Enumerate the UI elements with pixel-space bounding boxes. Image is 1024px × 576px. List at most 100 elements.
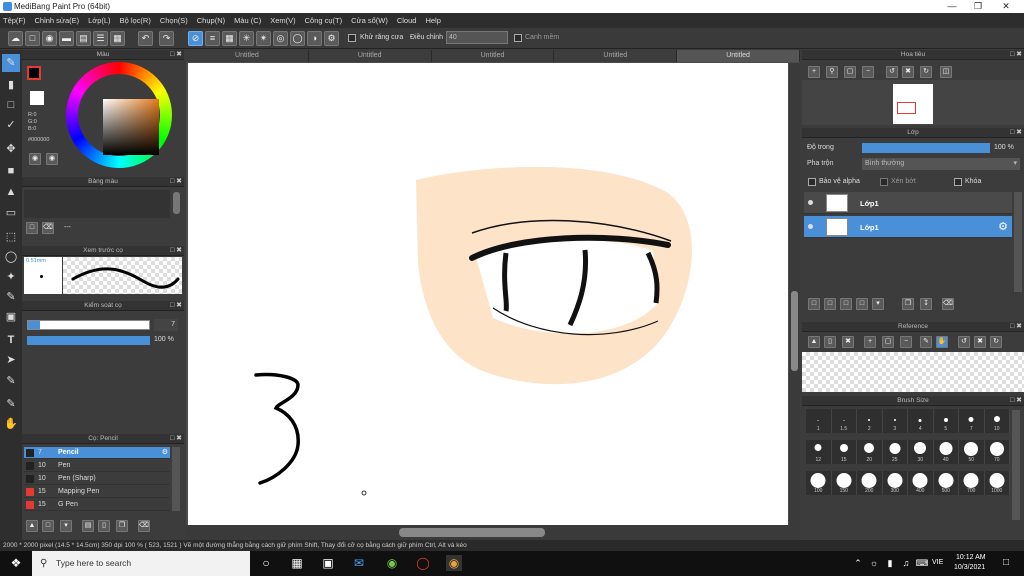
add-brush-icon[interactable]: ▲ bbox=[26, 520, 38, 532]
concentric-icon[interactable]: ◎ bbox=[273, 31, 288, 46]
fit-icon[interactable]: ▢ bbox=[844, 66, 856, 78]
delete-brush-icon[interactable]: ⌫ bbox=[138, 520, 150, 532]
chat-icon[interactable]: ▬ bbox=[59, 31, 74, 46]
panel-icon[interactable]: ▤ bbox=[76, 31, 91, 46]
brush-tip-icon[interactable]: □ bbox=[42, 520, 54, 532]
clock-date[interactable]: 10/3/2021 bbox=[954, 564, 985, 571]
drawing-canvas[interactable] bbox=[188, 63, 788, 525]
open-folder-icon[interactable]: ▯ bbox=[824, 336, 836, 348]
snap-off-icon[interactable]: ⊘ bbox=[188, 31, 203, 46]
reference-canvas[interactable] bbox=[802, 352, 1024, 392]
notifications-icon[interactable]: □ bbox=[998, 555, 1014, 571]
tab-untitled-1[interactable]: Untitled bbox=[186, 50, 309, 62]
brush-size-cell[interactable]: 4 bbox=[908, 409, 934, 433]
brush-size-input[interactable]: 7 bbox=[154, 319, 178, 331]
copy-brush-icon[interactable]: ❐ bbox=[116, 520, 128, 532]
layer-list-scrollbar[interactable] bbox=[1014, 192, 1022, 292]
magic-wand-icon[interactable]: ✦ bbox=[2, 268, 20, 286]
language-indicator[interactable]: VIE bbox=[932, 559, 943, 566]
minimize-button[interactable]: — bbox=[940, 0, 964, 13]
panel-controls-icon[interactable]: □ ✖ bbox=[1010, 396, 1022, 406]
folder-icon[interactable]: ▯ bbox=[98, 520, 110, 532]
zoom-icon[interactable]: ⚲ bbox=[826, 66, 838, 78]
close-reference-icon[interactable]: ✖ bbox=[842, 336, 854, 348]
redo-icon[interactable]: ↷ bbox=[159, 31, 174, 46]
adjust-select[interactable]: 40 bbox=[446, 31, 508, 44]
zoom-in-icon[interactable]: + bbox=[808, 66, 820, 78]
brush-menu-icon[interactable]: ▾ bbox=[60, 520, 72, 532]
brush-item-pen[interactable]: 10 Pen bbox=[24, 460, 170, 472]
panel-controls-icon[interactable]: □ ✖ bbox=[1010, 322, 1022, 332]
cloud-icon[interactable]: ☁ bbox=[8, 31, 23, 46]
opera-icon[interactable]: ◯ bbox=[415, 555, 431, 571]
brush-size-cell[interactable]: 400 bbox=[908, 471, 934, 495]
new-file-icon[interactable]: □ bbox=[25, 31, 40, 46]
brush-file-icon[interactable]: ▤ bbox=[82, 520, 94, 532]
horizontal-scroll-thumb[interactable] bbox=[399, 528, 545, 537]
battery-icon[interactable]: ▮ bbox=[882, 555, 898, 571]
ref-rotate-reset-icon[interactable]: ✖ bbox=[974, 336, 986, 348]
tab-untitled-4[interactable]: Untitled bbox=[554, 50, 678, 62]
panel-controls-icon[interactable]: □ ✖ bbox=[170, 50, 182, 60]
menu-tools[interactable]: Công cụ(T) bbox=[305, 16, 343, 25]
menu-color[interactable]: Màu (C) bbox=[234, 16, 261, 25]
new-layer-icon[interactable]: □ bbox=[808, 298, 820, 310]
lock-checkbox[interactable] bbox=[954, 178, 962, 186]
keyboard-icon[interactable]: ⌨ bbox=[914, 555, 930, 571]
tab-untitled-2[interactable]: Untitled bbox=[309, 50, 432, 62]
select-eraser-icon[interactable]: ▣ bbox=[2, 308, 20, 326]
background-color-swatch[interactable] bbox=[30, 91, 44, 105]
delete-palette-icon[interactable]: ⌫ bbox=[42, 222, 54, 234]
menu-edit[interactable]: Chỉnh sửa(E) bbox=[35, 16, 80, 25]
color-saturation-square[interactable] bbox=[103, 99, 159, 155]
protect-alpha-checkbox[interactable] bbox=[808, 178, 816, 186]
brush-size-cell[interactable]: 15 bbox=[831, 440, 857, 464]
delete-layer-icon[interactable]: ⌫ bbox=[942, 298, 954, 310]
tab-untitled-3[interactable]: Untitled bbox=[432, 50, 555, 62]
close-button[interactable]: ✕ bbox=[994, 0, 1018, 13]
panel-controls-icon[interactable]: □ ✖ bbox=[170, 301, 182, 311]
gear-icon[interactable]: ⚙ bbox=[162, 447, 168, 459]
bucket-tool-icon[interactable]: ▲ bbox=[2, 183, 20, 201]
brush-size-scrollbar[interactable] bbox=[1012, 410, 1020, 520]
brush-size-cell[interactable]: 1 bbox=[806, 409, 832, 433]
brush-size-cell[interactable]: 20 bbox=[857, 440, 883, 464]
color-picker-icon[interactable]: ◉ bbox=[46, 153, 58, 165]
divide-tool-icon[interactable]: ✎ bbox=[2, 372, 20, 390]
browser-icon[interactable]: ◉ bbox=[384, 555, 400, 571]
ref-zoom-out-icon[interactable]: − bbox=[900, 336, 912, 348]
navigator-viewport-box[interactable] bbox=[897, 102, 916, 114]
ref-rotate-left-icon[interactable]: ↺ bbox=[958, 336, 970, 348]
select-pen-icon[interactable]: ✎ bbox=[2, 288, 20, 306]
brush-size-cell[interactable]: 3 bbox=[882, 409, 908, 433]
parallel-snap-icon[interactable]: ≡ bbox=[205, 31, 220, 46]
mail-icon[interactable]: ✉ bbox=[351, 555, 367, 571]
list-icon[interactable]: ☰ bbox=[93, 31, 108, 46]
brush-tool-icon[interactable]: ✎ bbox=[2, 54, 20, 72]
menu-file[interactable]: Tệp(F) bbox=[3, 16, 26, 25]
brush-size-cell[interactable]: 30 bbox=[908, 440, 934, 464]
panel-controls-icon[interactable]: □ ✖ bbox=[170, 177, 182, 187]
gear-icon[interactable]: ⚙ bbox=[998, 220, 1008, 233]
palette-icon[interactable]: ◉ bbox=[29, 153, 41, 165]
comment-icon[interactable]: ◉ bbox=[42, 31, 57, 46]
palette-area[interactable] bbox=[24, 190, 170, 218]
windows-start-icon[interactable]: ❖ bbox=[8, 555, 24, 571]
network-icon[interactable]: ☼ bbox=[866, 555, 882, 571]
brush-size-cell[interactable]: 2 bbox=[857, 409, 883, 433]
ref-rotate-right-icon[interactable]: ↻ bbox=[990, 336, 1002, 348]
brush-size-cell[interactable]: 25 bbox=[882, 440, 908, 464]
settings-snap-icon[interactable]: ⚙ bbox=[324, 31, 339, 46]
smooth-checkbox[interactable] bbox=[514, 34, 522, 42]
fill-rect-icon[interactable]: ■ bbox=[2, 162, 20, 180]
eyedropper-icon[interactable]: ✎ bbox=[2, 395, 20, 413]
curve-snap-icon[interactable]: ◑ bbox=[307, 31, 322, 46]
brush-size-cell[interactable]: 50 bbox=[959, 440, 985, 464]
layer-opacity-slider[interactable] bbox=[862, 143, 990, 153]
rotate-left-icon[interactable]: ↺ bbox=[886, 66, 898, 78]
operation-tool-icon[interactable]: ➤ bbox=[2, 351, 20, 369]
brush-size-cell[interactable]: 5 bbox=[933, 409, 959, 433]
menu-snap[interactable]: Chụp(N) bbox=[197, 16, 225, 25]
undo-icon[interactable]: ↶ bbox=[138, 31, 153, 46]
menu-filter[interactable]: Bộ lọc(R) bbox=[120, 16, 151, 25]
